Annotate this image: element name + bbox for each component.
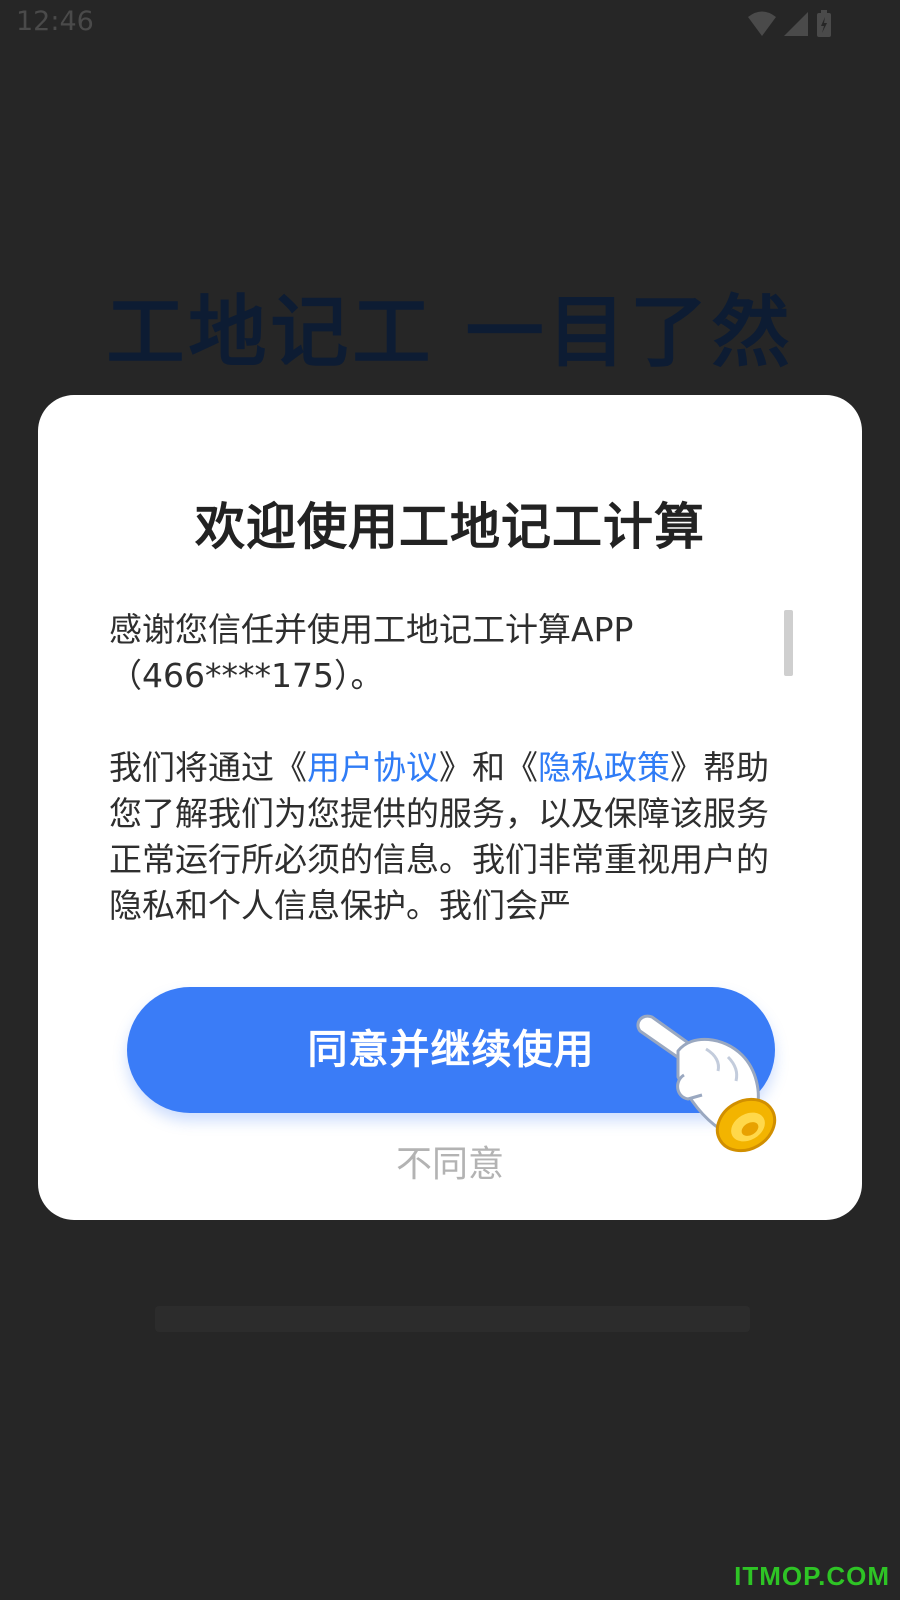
user-agreement-link[interactable]: 用户协议 xyxy=(307,748,439,787)
app-screen: 12:46 工地记工 一目了然 欢迎使用工地记工计算 感谢您信任并使用工地记工计… xyxy=(0,0,900,1600)
dialog-title: 欢迎使用工地记工计算 xyxy=(195,498,705,556)
background-bar xyxy=(155,1306,750,1332)
status-time: 12:46 xyxy=(16,6,94,37)
disagree-button[interactable]: 不同意 xyxy=(300,1135,600,1187)
privacy-policy-link[interactable]: 隐私政策 xyxy=(538,748,670,787)
battery-icon xyxy=(817,10,831,37)
status-icons xyxy=(748,10,831,37)
wifi-icon xyxy=(748,11,776,36)
signal-icon xyxy=(784,12,808,36)
dialog-body[interactable]: 感谢您信任并使用工地记工计算APP（466****175）。 我们将通过《用户协… xyxy=(109,607,794,923)
pointing-hand-icon xyxy=(636,1014,777,1153)
status-bar: 12:46 xyxy=(0,0,900,50)
watermark: ITMOP.COM xyxy=(734,1561,890,1591)
privacy-dialog: 欢迎使用工地记工计算 感谢您信任并使用工地记工计算APP（466****175）… xyxy=(38,395,862,1220)
scrollbar-thumb[interactable] xyxy=(784,610,793,676)
intro-text: 感谢您信任并使用工地记工计算APP（466****175）。 xyxy=(109,610,634,695)
body-prefix: 我们将通过《 xyxy=(109,748,307,787)
hero-title: 工地记工 一目了然 xyxy=(106,288,794,378)
body-mid: 》和《 xyxy=(439,748,538,787)
agreement-paragraph: 我们将通过《用户协议》和《隐私政策》帮助您了解我们为您提供的服务，以及保障该服务… xyxy=(109,745,794,923)
